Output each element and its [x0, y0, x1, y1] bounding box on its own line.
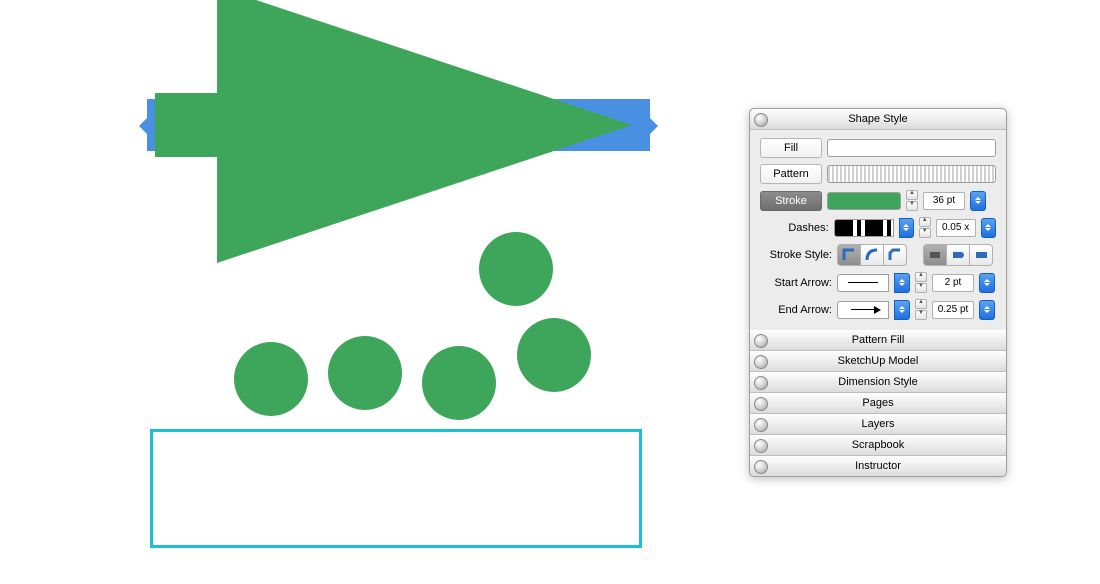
triangle-arrow-icon	[851, 309, 875, 310]
collapse-toggle-icon[interactable]	[754, 397, 768, 411]
end-arrow-size-field[interactable]: 0.25 pt	[932, 301, 974, 319]
section-title: Instructor	[855, 460, 901, 472]
section-title: Pages	[862, 397, 893, 409]
section-header-pages[interactable]: Pages	[750, 393, 1006, 414]
section-title: Scrapbook	[852, 439, 905, 451]
start-arrow-units-combo[interactable]	[979, 273, 995, 293]
section-header-layers[interactable]: Layers	[750, 414, 1006, 435]
section-title: Shape Style	[848, 113, 907, 125]
stepper-down-icon[interactable]: ▼	[906, 201, 918, 211]
collapse-toggle-icon[interactable]	[754, 113, 768, 127]
end-arrow-combo-button[interactable]	[894, 300, 910, 320]
circle-shape[interactable]	[517, 318, 591, 392]
dashes-pattern-combo[interactable]	[834, 219, 894, 237]
section-header-scrapbook[interactable]: Scrapbook	[750, 435, 1006, 456]
section-title: Pattern Fill	[852, 334, 905, 346]
cap-square-icon[interactable]	[970, 244, 993, 266]
circle-shape[interactable]	[422, 346, 496, 420]
section-title: SketchUp Model	[838, 355, 919, 367]
stepper-up-icon[interactable]: ▲	[919, 217, 930, 227]
dashes-scale-stepper[interactable]: ▲ ▼	[919, 217, 930, 238]
start-arrow-label: Start Arrow:	[760, 277, 832, 289]
section-header-sketchup-model[interactable]: SketchUp Model	[750, 351, 1006, 372]
end-arrow-label: End Arrow:	[760, 304, 832, 316]
section-title: Layers	[861, 418, 894, 430]
stroke-style-label: Stroke Style:	[760, 249, 832, 261]
collapse-toggle-icon[interactable]	[754, 376, 768, 390]
stepper-down-icon[interactable]: ▼	[915, 283, 927, 293]
stepper-down-icon[interactable]: ▼	[919, 228, 930, 238]
inspector-palette[interactable]: Shape Style Fill Pattern Stroke ▲ ▼ 36 p…	[749, 108, 1007, 477]
collapse-toggle-icon[interactable]	[754, 439, 768, 453]
line-end-handle[interactable]	[650, 118, 658, 134]
shape-style-panel: Fill Pattern Stroke ▲ ▼ 36 pt Dashes: ▲ …	[750, 130, 1006, 330]
stepper-up-icon[interactable]: ▲	[906, 190, 918, 200]
start-arrow-combo-button[interactable]	[894, 273, 910, 293]
pattern-swatch[interactable]	[827, 165, 996, 183]
start-arrow-size-stepper[interactable]: ▲ ▼	[915, 272, 927, 293]
collapse-toggle-icon[interactable]	[754, 460, 768, 474]
circle-shape[interactable]	[328, 336, 402, 410]
end-arrow-size-stepper[interactable]: ▲ ▼	[915, 299, 927, 320]
corner-style-segmented[interactable]	[837, 244, 907, 266]
fill-toggle-button[interactable]: Fill	[760, 138, 822, 158]
corner-round-icon[interactable]	[861, 244, 884, 266]
stroke-width-field[interactable]: 36 pt	[923, 192, 965, 210]
end-arrow-combo[interactable]	[837, 301, 889, 319]
arrow-shape-head[interactable]	[217, 0, 632, 263]
dashes-units-combo[interactable]	[981, 218, 996, 238]
section-title: Dimension Style	[838, 376, 917, 388]
corner-miter-icon[interactable]	[837, 244, 861, 266]
dashes-pattern-combo-button[interactable]	[899, 218, 914, 238]
stepper-up-icon[interactable]: ▲	[915, 299, 927, 309]
section-header-dimension-style[interactable]: Dimension Style	[750, 372, 1006, 393]
collapse-toggle-icon[interactable]	[754, 355, 768, 369]
cap-style-segmented[interactable]	[923, 244, 993, 266]
start-arrow-size-field[interactable]: 2 pt	[932, 274, 974, 292]
section-header-pattern-fill[interactable]: Pattern Fill	[750, 330, 1006, 351]
cap-round-icon[interactable]	[947, 244, 970, 266]
dashes-label: Dashes:	[760, 222, 829, 234]
end-arrow-units-combo[interactable]	[979, 300, 995, 320]
start-arrow-combo[interactable]	[837, 274, 889, 292]
stroke-color-swatch[interactable]	[827, 192, 901, 210]
stepper-up-icon[interactable]: ▲	[915, 272, 927, 282]
dashes-scale-field[interactable]: 0.05 x	[936, 219, 976, 237]
rectangle-shape[interactable]	[150, 429, 642, 548]
line-start-handle[interactable]	[139, 118, 147, 134]
circle-shape[interactable]	[479, 232, 553, 306]
stroke-width-units-combo[interactable]	[970, 191, 986, 211]
stroke-width-stepper[interactable]: ▲ ▼	[906, 190, 918, 211]
stepper-down-icon[interactable]: ▼	[915, 310, 927, 320]
stroke-toggle-button[interactable]: Stroke	[760, 191, 822, 211]
section-header-instructor[interactable]: Instructor	[750, 456, 1006, 476]
collapse-toggle-icon[interactable]	[754, 334, 768, 348]
collapse-toggle-icon[interactable]	[754, 418, 768, 432]
section-header-shape-style[interactable]: Shape Style	[750, 109, 1006, 130]
no-arrow-icon	[848, 282, 878, 283]
pattern-toggle-button[interactable]: Pattern	[760, 164, 822, 184]
circle-shape[interactable]	[234, 342, 308, 416]
cap-flat-icon[interactable]	[923, 244, 947, 266]
corner-bevel-icon[interactable]	[884, 244, 907, 266]
fill-color-swatch[interactable]	[827, 139, 996, 157]
